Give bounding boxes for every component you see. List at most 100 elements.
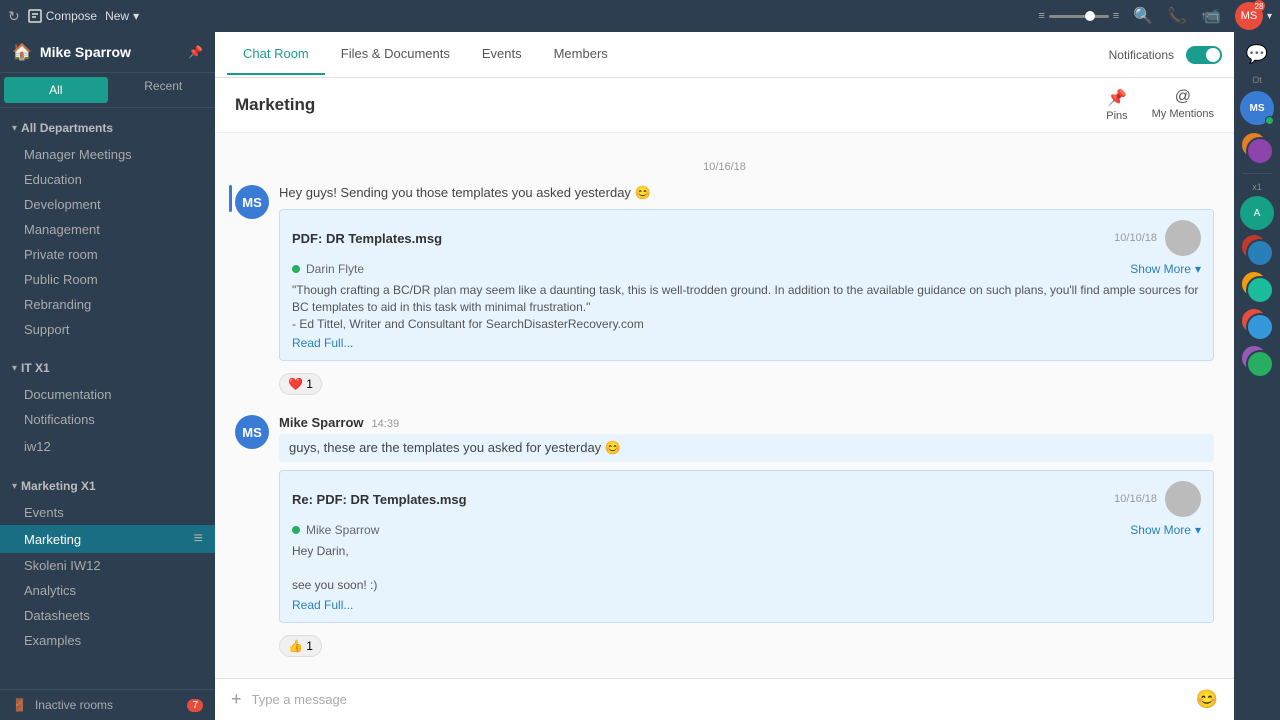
sidebar-tabs: All Recent — [0, 73, 215, 108]
inactive-rooms[interactable]: 🚪 Inactive rooms 7 — [0, 689, 215, 720]
quoted-message: Re: PDF: DR Templates.msg 10/16/18 Mike … — [279, 470, 1214, 622]
avatar-stack — [1240, 131, 1274, 165]
sidebar-group-marketing-x1[interactable]: ▾ Marketing X1 ••• — [0, 472, 215, 500]
more-icon[interactable]: ≡ — [194, 530, 203, 548]
sidebar-item-iw12[interactable]: iw12 ••• — [0, 432, 215, 460]
avatar: MS — [235, 185, 269, 219]
show-more-button[interactable]: Show More ▾ — [1130, 262, 1201, 276]
quoted-message: PDF: DR Templates.msg 10/10/18 Darin Fly… — [279, 209, 1214, 361]
quoted-body: "Though crafting a BC/DR plan may seem l… — [292, 282, 1201, 332]
chat-header: Marketing 📌 Pins @ My Mentions — [215, 78, 1234, 133]
sidebar-item-examples[interactable]: Examples — [0, 628, 215, 653]
avatar: MS — [235, 415, 269, 449]
sidebar-item-skoleni-iw12[interactable]: Skoleni IW12 — [0, 553, 215, 578]
tab-files-documents[interactable]: Files & Documents — [325, 34, 466, 75]
inactive-rooms-badge: 7 — [187, 699, 203, 712]
emoji-picker-button[interactable]: 😊 — [1196, 689, 1218, 710]
date-separator: 10/16/18 — [235, 161, 1214, 173]
user-avatars-group-ot: MS — [1240, 91, 1274, 125]
user-avatars-group-x1: A — [1240, 196, 1274, 378]
read-full-link[interactable]: Read Full... — [292, 336, 353, 350]
tab-recent[interactable]: Recent — [112, 73, 216, 107]
chevron-down-icon: ▾ — [12, 363, 17, 374]
sidebar-group-all-departments[interactable]: ▾ All Departments ••• — [0, 114, 215, 142]
sidebar-item-public-room[interactable]: Public Room — [0, 267, 215, 292]
avatar-stack-x1c — [1240, 307, 1274, 341]
add-attachment-button[interactable]: + — [231, 689, 242, 710]
notifications-label: Notifications — [1109, 48, 1174, 62]
avatar-stack-x1 — [1240, 233, 1274, 267]
sidebar-group-it-x1[interactable]: ▾ IT X1 ••• — [0, 354, 215, 382]
chat-messages: 10/16/18 MS Hey guys! Sending you those … — [215, 133, 1234, 678]
tab-members[interactable]: Members — [538, 34, 624, 75]
right-sidebar: 💬 Ot MS x1 A — [1234, 32, 1280, 720]
message-text: Hey guys! Sending you those templates yo… — [279, 185, 1214, 201]
divider — [1242, 173, 1272, 174]
quoted-avatar — [1165, 220, 1201, 256]
at-icon: @ — [1175, 88, 1191, 106]
topbar: ↻ Compose New ▾ ≡ ≡ 🔍 📞 📹 MS 28 ▾ — [0, 0, 1280, 32]
video-icon[interactable]: 📹 — [1201, 6, 1221, 26]
sidebar-item-rebranding[interactable]: Rebranding — [0, 292, 215, 317]
sidebar-item-marketing[interactable]: Marketing ≡ — [0, 525, 215, 553]
section-label-x1: x1 — [1252, 182, 1262, 192]
tabbar: Chat Room Files & Documents Events Membe… — [215, 32, 1234, 78]
sidebar: 🏠 Mike Sparrow 📌 All Recent ▾ All Depart… — [0, 32, 215, 720]
avatar-stack-x1b — [1240, 270, 1274, 304]
online-indicator — [292, 265, 300, 273]
user-avatar: A — [1240, 196, 1274, 230]
message-input[interactable] — [252, 692, 1186, 707]
message-text: guys, these are the templates you asked … — [279, 434, 1214, 462]
user-avatars-stacked — [1240, 131, 1274, 165]
pin-icon: 📌 — [1107, 88, 1127, 108]
read-full-link[interactable]: Read Full... — [292, 598, 353, 612]
pin-icon[interactable]: 📌 — [188, 45, 203, 59]
compose-button[interactable]: Compose — [28, 9, 97, 23]
reaction-thumbup[interactable]: 👍 1 — [279, 635, 322, 657]
user-avatar — [1246, 137, 1274, 165]
sidebar-item-support[interactable]: Support — [0, 317, 215, 342]
message-group: MS Mike Sparrow 14:39 guys, these are th… — [235, 415, 1214, 656]
user-profile[interactable]: MS 28 ▾ — [1235, 2, 1272, 30]
sidebar-item-analytics[interactable]: Analytics — [0, 578, 215, 603]
sidebar-item-development[interactable]: Development — [0, 192, 215, 217]
message-time: 14:39 — [372, 418, 400, 430]
tab-all[interactable]: All — [4, 77, 108, 103]
mentions-button[interactable]: @ My Mentions — [1152, 88, 1214, 122]
section-label-ot: Ot — [1252, 75, 1262, 85]
zoom-slider[interactable]: ≡ ≡ — [1038, 10, 1119, 22]
chat-title: Marketing — [235, 95, 1106, 115]
sidebar-item-documentation[interactable]: Documentation — [0, 382, 215, 407]
sidebar-item-notifications[interactable]: Notifications — [0, 407, 215, 432]
tab-events[interactable]: Events — [466, 34, 538, 75]
quoted-date: 10/10/18 — [1114, 232, 1157, 244]
home-icon: 🏠 — [12, 42, 32, 62]
sidebar-user-name: Mike Sparrow — [40, 44, 180, 60]
sidebar-item-events[interactable]: Events — [0, 500, 215, 525]
show-more-button[interactable]: Show More ▾ — [1130, 523, 1201, 537]
new-button[interactable]: New ▾ — [105, 9, 139, 23]
sidebar-header: 🏠 Mike Sparrow 📌 — [0, 32, 215, 73]
chevron-down-icon: ▾ — [12, 481, 17, 492]
user-avatar: MS — [1240, 91, 1274, 125]
quoted-title: Re: PDF: DR Templates.msg — [292, 492, 467, 507]
chat-input-area: + 😊 — [215, 678, 1234, 720]
pins-button[interactable]: 📌 Pins — [1106, 88, 1127, 122]
sidebar-item-private-room[interactable]: Private room — [0, 242, 215, 267]
message-group: MS Hey guys! Sending you those templates… — [235, 185, 1214, 395]
sidebar-item-management[interactable]: Management — [0, 217, 215, 242]
chat-right-icon[interactable]: 💬 — [1242, 40, 1272, 69]
phone-icon[interactable]: 📞 — [1167, 6, 1187, 26]
quoted-avatar — [1165, 481, 1201, 517]
notifications-toggle[interactable] — [1186, 46, 1222, 64]
search-icon[interactable]: 🔍 — [1133, 6, 1153, 26]
tab-chat-room[interactable]: Chat Room — [227, 34, 325, 75]
reaction-heart[interactable]: ❤️ 1 — [279, 373, 322, 395]
sidebar-item-education[interactable]: Education — [0, 167, 215, 192]
chevron-down-icon: ▾ — [12, 123, 17, 134]
sidebar-item-datasheets[interactable]: Datasheets — [0, 603, 215, 628]
refresh-icon[interactable]: ↻ — [8, 8, 20, 25]
room-icon: 🚪 — [12, 698, 27, 712]
sidebar-item-manager-meetings[interactable]: Manager Meetings — [0, 142, 215, 167]
quoted-body: Hey Darin, see you soon! :) — [292, 543, 1201, 593]
